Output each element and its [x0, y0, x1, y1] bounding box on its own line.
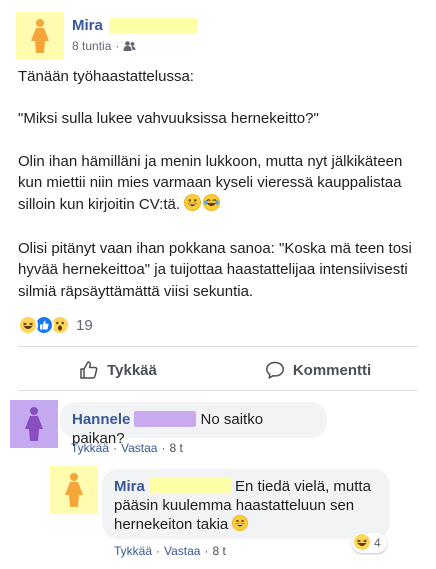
reaction-summary[interactable]: 19 [18, 314, 93, 336]
like-button[interactable]: Tykkää [18, 350, 218, 390]
name-redaction [108, 17, 197, 34]
commenter-name[interactable]: Hannele [72, 411, 130, 428]
post-paragraph: Olisi pitänyt vaan ihan pokkana sanoa: "… [18, 240, 412, 300]
comment-button[interactable]: Kommentti [218, 350, 418, 390]
name-redaction [148, 478, 231, 494]
laugh-icon [354, 533, 370, 553]
comment-bubble: Hannele No saitko paikan? [60, 402, 327, 447]
reply-time[interactable]: 8 t [212, 544, 225, 558]
post-paragraph: "Miksi sulla lukee vahvuuksissa hernekei… [18, 110, 319, 128]
comment-button-label[interactable]: Kommentti [293, 362, 371, 379]
reaction-count[interactable]: 19 [76, 317, 93, 334]
post-header: Mira 8 tuntia · [16, 12, 416, 60]
reply-bubble: Mira En tiedä vielä, mutta pääsin kuulem… [102, 469, 390, 539]
divider [18, 346, 418, 347]
woman-icon [25, 407, 43, 441]
friends-icon[interactable] [123, 41, 136, 51]
commenter-avatar[interactable] [10, 400, 58, 448]
grin-emoji-icon [184, 193, 202, 217]
name-redaction [134, 411, 197, 427]
comment-icon [265, 361, 284, 379]
reply-actions: Tykkää · Vastaa · 8 t [114, 544, 226, 558]
comment-time[interactable]: 8 t [169, 441, 182, 455]
meta-separator: · [115, 39, 120, 53]
thumbs-up-icon [80, 361, 98, 379]
laugh-icon [18, 315, 38, 335]
reply-reply-link[interactable]: Vastaa [164, 544, 200, 558]
reply-reaction-count: 4 [374, 536, 381, 550]
joy-emoji-icon [203, 193, 221, 217]
post-paragraph: Olin ihan hämilläni ja menin lukkoon, mu… [18, 151, 422, 217]
reply-reaction-badge[interactable]: 4 [352, 533, 387, 553]
action-bar: Tykkää Kommentti [18, 350, 418, 390]
post-time[interactable]: 8 tuntia [72, 39, 111, 53]
post-body: Tänään työhaastattelussa: "Miksi sulla l… [18, 66, 422, 302]
divider [18, 390, 418, 391]
woman-icon [31, 19, 49, 53]
like-button-label[interactable]: Tykkää [107, 362, 157, 379]
comment-reply-link[interactable]: Vastaa [121, 441, 157, 455]
separator: · [161, 441, 166, 455]
separator: · [156, 544, 161, 558]
replier-name[interactable]: Mira [114, 478, 145, 495]
post-author-name[interactable]: Mira [72, 17, 103, 34]
comment-actions: Tykkää · Vastaa · 8 t [71, 441, 183, 455]
author-avatar[interactable] [16, 12, 64, 60]
comment-like-link[interactable]: Tykkää [71, 441, 109, 455]
post-meta: 8 tuntia · [72, 39, 136, 53]
separator: · [113, 441, 118, 455]
separator: · [204, 544, 209, 558]
grin-emoji-icon [232, 515, 249, 536]
replier-avatar[interactable] [50, 466, 98, 514]
woman-icon [65, 473, 83, 507]
post-paragraph: Tänään työhaastattelussa: [18, 68, 194, 85]
reply-like-link[interactable]: Tykkää [114, 544, 152, 558]
post-author[interactable]: Mira [72, 17, 197, 34]
